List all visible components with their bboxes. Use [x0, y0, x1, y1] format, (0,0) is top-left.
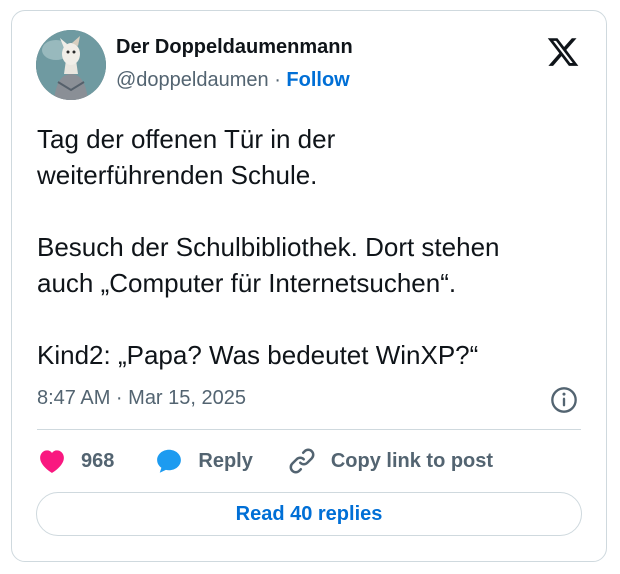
avatar[interactable]: [36, 30, 106, 100]
author-meta: @doppeldaumen · Follow: [116, 69, 350, 92]
reply-button[interactable]: Reply: [154, 446, 253, 476]
divider: [37, 429, 581, 430]
speech-bubble-icon: [157, 449, 182, 473]
tweet-card: Der Doppeldaumenmann @doppeldaumen · Fol…: [11, 10, 607, 562]
x-logo-icon[interactable]: [546, 35, 580, 69]
link-icon: [289, 448, 315, 474]
author-handle[interactable]: @doppeldaumen: [116, 69, 269, 91]
meta-separator: ·: [268, 69, 287, 91]
author-name[interactable]: Der Doppeldaumenmann: [116, 36, 353, 59]
heart-icon: [40, 450, 64, 473]
reply-label: Reply: [198, 449, 253, 472]
action-bar: 968 Reply Copy link to post: [37, 443, 493, 479]
like-count: 968: [81, 449, 115, 472]
tweet-text: Tag der offenen Tür in der weiterführend…: [37, 124, 500, 370]
copy-link-label: Copy link to post: [330, 449, 494, 472]
info-icon[interactable]: [550, 386, 578, 414]
follow-button[interactable]: Follow: [286, 69, 349, 91]
read-replies-button[interactable]: Read 40 replies: [36, 492, 582, 536]
avatar-image: [36, 30, 106, 100]
copy-link-button[interactable]: Copy link to post: [287, 446, 493, 476]
like-button[interactable]: 968: [37, 446, 114, 476]
tweet-timestamp[interactable]: 8:47 AM · Mar 15, 2025: [37, 387, 246, 410]
read-replies-label: Read 40 replies: [235, 502, 383, 525]
